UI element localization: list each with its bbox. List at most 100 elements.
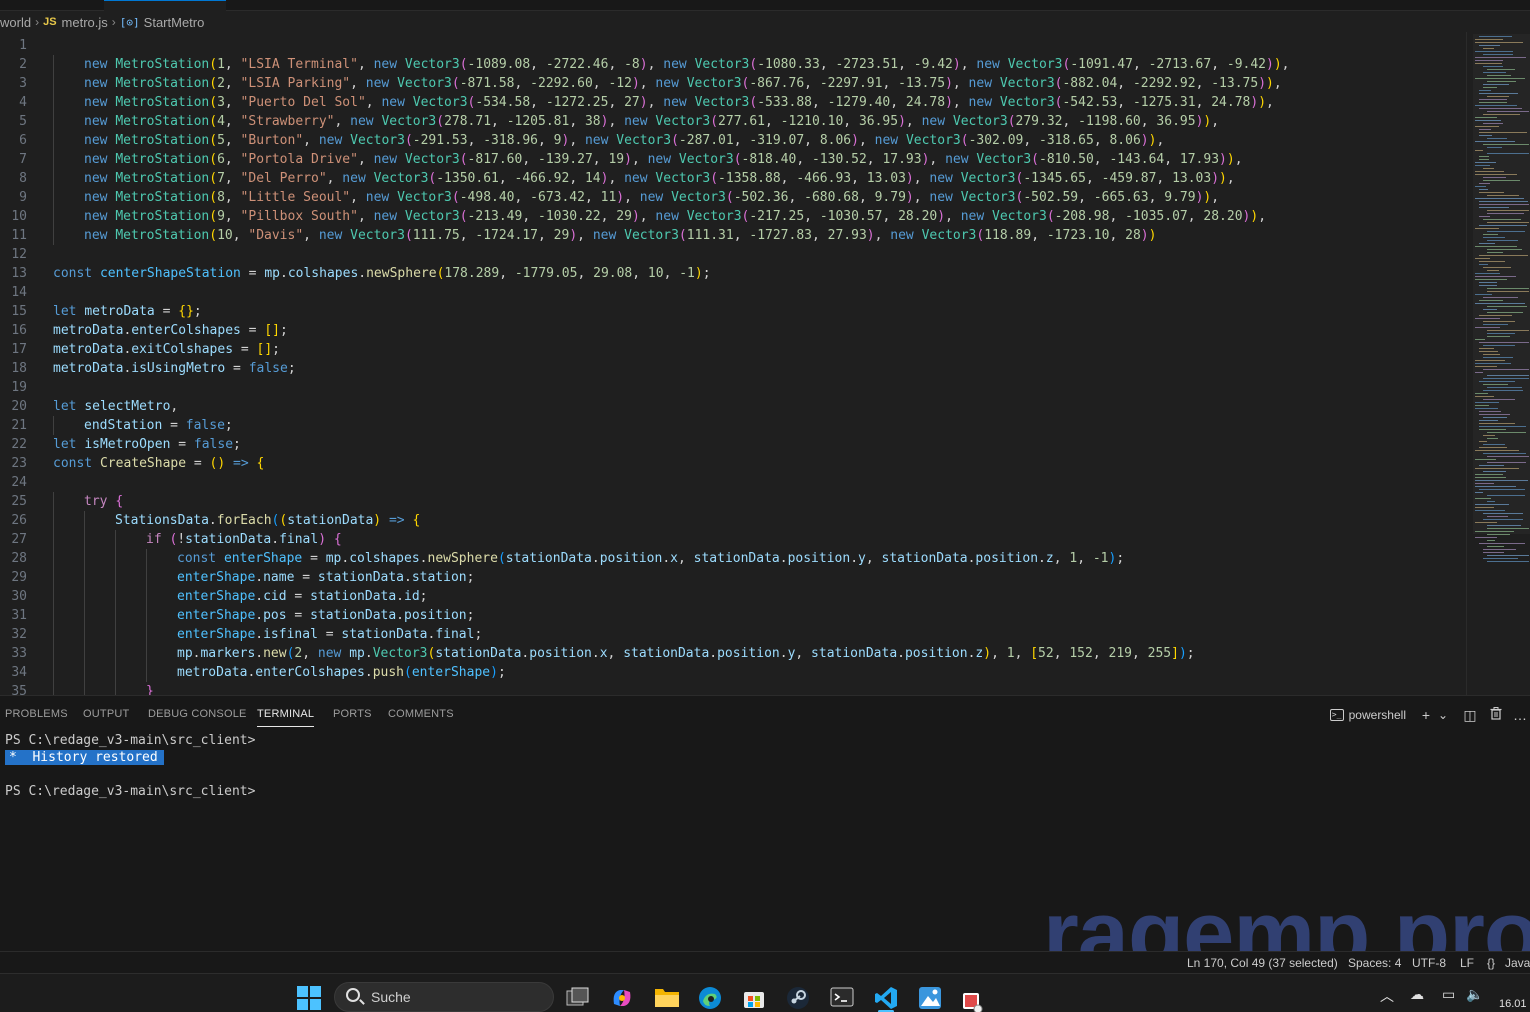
code-token: .: [419, 551, 428, 566]
minimap-line: [1483, 309, 1497, 310]
speaker-icon[interactable]: 🔈: [1466, 986, 1483, 1003]
panel-tab-problems[interactable]: PROBLEMS: [5, 708, 68, 720]
task-view-icon[interactable]: [566, 986, 590, 1010]
cloud-icon[interactable]: ☁: [1410, 986, 1424, 1003]
code-line[interactable]: 30 enterShape.cid = stationData.id;: [0, 587, 1466, 606]
code-line[interactable]: 28 const enterShape = mp.colshapes.newSph…: [0, 549, 1466, 568]
code-line[interactable]: 31 enterShape.pos = stationData.position;: [0, 606, 1466, 625]
code-line[interactable]: 11 new MetroStation(10, "Davis", new Vect…: [0, 226, 1466, 245]
code-token: -1275.31: [1132, 95, 1196, 110]
taskbar-clock[interactable]: 16.01: [1499, 998, 1527, 1010]
code-line[interactable]: 22 let isMetroOpen = false;: [0, 435, 1466, 454]
panel-tab-comments[interactable]: COMMENTS: [388, 708, 454, 720]
split-terminal-icon[interactable]: ◫: [1460, 707, 1480, 724]
code-line[interactable]: 7 new MetroStation(6, "Portola Drive", ne…: [0, 150, 1466, 169]
code-token: ,: [1109, 209, 1126, 224]
chevron-down-icon[interactable]: ⌄: [1436, 708, 1450, 722]
code-line[interactable]: 10 new MetroStation(9, "Pillbox South", n…: [0, 207, 1466, 226]
code-line[interactable]: 16 metroData.enterColshapes = [];: [0, 321, 1466, 340]
code-line[interactable]: 18 metroData.isUsingMetro = false;: [0, 359, 1466, 378]
code-token: -459.87: [1101, 171, 1157, 186]
breadcrumb-file[interactable]: metro.js: [62, 15, 108, 30]
code-line[interactable]: 3 new MetroStation(2, "LSIA Parking", new…: [0, 74, 1466, 93]
code-line[interactable]: 20 let selectMetro,: [0, 397, 1466, 416]
terminal-shell-label[interactable]: powershell: [1349, 708, 1406, 722]
code-line[interactable]: 27 if (!stationData.final) {: [0, 530, 1466, 549]
panel-tab-output[interactable]: OUTPUT: [83, 708, 129, 720]
steam-icon[interactable]: [786, 986, 810, 1010]
panel-tab-ports[interactable]: PORTS: [333, 708, 372, 720]
code-line[interactable]: 9 new MetroStation(8, "Little Seoul", new…: [0, 188, 1466, 207]
breadcrumb-symbol[interactable]: StartMetro: [144, 15, 205, 30]
code-line[interactable]: 23 const CreateShape = () => {: [0, 454, 1466, 473]
code-token: ,: [765, 114, 781, 129]
code-line[interactable]: 6 new MetroStation(5, "Burton", new Vecto…: [0, 131, 1466, 150]
minimap-line: [1487, 210, 1529, 211]
code-text: new MetroStation(6, "Portola Drive", new…: [84, 150, 1243, 169]
store-icon[interactable]: [742, 986, 766, 1010]
terminal-icon[interactable]: [830, 986, 854, 1010]
code-token: .: [255, 646, 264, 661]
line-number: 31: [11, 608, 27, 623]
status-language[interactable]: JavaScript: [1505, 956, 1530, 970]
start-icon[interactable]: [297, 986, 321, 1010]
code-line[interactable]: 21 endStation = false;: [0, 416, 1466, 435]
minimap-line: [1479, 36, 1512, 37]
copilot-icon[interactable]: [610, 986, 634, 1010]
tab-metro-js[interactable]: [104, 0, 226, 11]
code-token: Vector3: [694, 57, 750, 72]
status-indentation[interactable]: Spaces: 4: [1348, 956, 1401, 970]
file-explorer-icon[interactable]: [654, 986, 679, 1010]
photos-icon[interactable]: [918, 986, 942, 1010]
code-line[interactable]: 32 enterShape.isfinal = stationData.final…: [0, 625, 1466, 644]
code-line[interactable]: 1: [0, 36, 1466, 55]
code-line[interactable]: 2 new MetroStation(1, "LSIA Terminal", ne…: [0, 55, 1466, 74]
code-line[interactable]: 13 const centerShapeStation = mp.colshape…: [0, 264, 1466, 283]
code-token: .: [364, 665, 373, 680]
chevron-up-icon[interactable]: ︿: [1380, 986, 1394, 1006]
breadcrumb-folder[interactable]: world: [0, 15, 31, 30]
add-terminal-icon[interactable]: +: [1416, 707, 1436, 723]
code-line[interactable]: 8 new MetroStation(7, "Del Perro", new Ve…: [0, 169, 1466, 188]
code-line[interactable]: 15 let metroData = {};: [0, 302, 1466, 321]
code-line[interactable]: 17 metroData.exitColshapes = [];: [0, 340, 1466, 359]
status-eol[interactable]: LF: [1460, 956, 1474, 970]
kill-terminal-icon[interactable]: [1486, 707, 1506, 723]
code-line[interactable]: 35}: [0, 682, 1466, 695]
code-editor[interactable]: 1 2 new MetroStation(1, "LSIA Terminal", n…: [0, 32, 1466, 695]
edge-icon[interactable]: [698, 986, 722, 1010]
code-token: ,: [365, 95, 382, 110]
panel-tab-debug-console[interactable]: DEBUG CONSOLE: [148, 708, 247, 720]
display-icon[interactable]: ▭: [1442, 986, 1455, 1003]
minimap-line: [1483, 444, 1505, 445]
code-token: MetroStation: [115, 114, 210, 129]
code-line[interactable]: 26 StationsData.forEach((stationData) => …: [0, 511, 1466, 530]
status-cursor-position[interactable]: Ln 170, Col 49 (37 selected): [1187, 956, 1338, 970]
code-line[interactable]: 29 enterShape.name = stationData.station;: [0, 568, 1466, 587]
code-token: 111.75: [412, 228, 460, 243]
code-line[interactable]: 34 metroData.enterColshapes.push(enterSha…: [0, 663, 1466, 682]
minimap-line: [1479, 381, 1515, 382]
code-line[interactable]: 19: [0, 378, 1466, 397]
code-line[interactable]: 24: [0, 473, 1466, 492]
code-token: !: [177, 532, 186, 547]
code-line[interactable]: 25 try {: [0, 492, 1466, 511]
code-token: -1727.83: [749, 228, 812, 243]
minimap-line: [1475, 294, 1492, 295]
code-line[interactable]: 14: [0, 283, 1466, 302]
code-line[interactable]: 12: [0, 245, 1466, 264]
panel-tab-terminal[interactable]: TERMINAL: [257, 708, 315, 727]
code-line[interactable]: 5 new MetroStation(4, "Strawberry", new V…: [0, 112, 1466, 131]
code-line[interactable]: 33 mp.markers.new(2, new mp.Vector3(stati…: [0, 644, 1466, 663]
code-line[interactable]: 4 new MetroStation(3, "Puerto Del Sol", n…: [0, 93, 1466, 112]
indent-guide: [84, 663, 85, 682]
vscode-icon[interactable]: [874, 986, 898, 1010]
line-number: 23: [11, 456, 27, 471]
minimap[interactable]: [1466, 32, 1530, 695]
status-encoding[interactable]: UTF-8: [1412, 956, 1446, 970]
minimap-line: [1487, 336, 1510, 337]
taskbar-search-box[interactable]: Suche: [334, 982, 554, 1012]
more-actions-icon[interactable]: …: [1510, 707, 1530, 723]
code-token: =: [225, 361, 249, 376]
snipping-tool-icon[interactable]: [962, 992, 986, 1012]
